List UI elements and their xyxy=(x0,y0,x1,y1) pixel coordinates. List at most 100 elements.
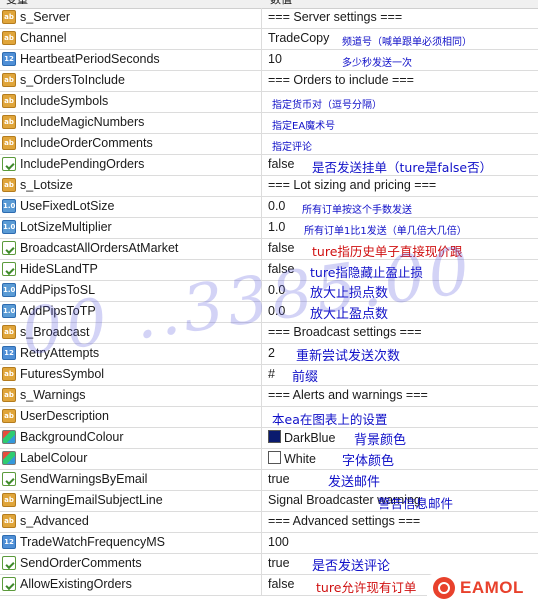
string-type-icon: ab xyxy=(2,94,16,108)
param-value-cell[interactable]: false 是否发送挂单（ture是false否） xyxy=(262,155,538,175)
param-value[interactable]: === Advanced settings === xyxy=(268,514,420,528)
param-value[interactable]: 0.0 xyxy=(268,304,285,318)
table-row[interactable]: ab IncludeOrderComments 指定评论 xyxy=(0,134,538,155)
table-row[interactable]: 12 TradeWatchFrequencyMS 100 xyxy=(0,533,538,554)
double-type-icon: 1.0 xyxy=(2,199,16,213)
param-value-cell[interactable]: TradeCopy 频道号（喊单跟单必须相同） xyxy=(262,29,538,49)
param-value-cell[interactable]: 10 多少秒发送一次 xyxy=(262,50,538,70)
param-value-cell[interactable]: Signal Broadcaster warning 警告信息邮件 xyxy=(262,491,538,511)
param-value-cell[interactable]: 0.0 放大止损点数 xyxy=(262,281,538,301)
param-name: s_Advanced xyxy=(20,514,89,528)
param-value-cell[interactable]: 本ea在图表上的设置 xyxy=(262,407,538,427)
param-value-cell[interactable]: true 是否发送评论 xyxy=(262,554,538,574)
table-row[interactable]: 1.0 AddPipsToTP 0.0 放大止盈点数 xyxy=(0,302,538,323)
annotation-note: 是否发送挂单（ture是false否） xyxy=(312,160,493,175)
param-value[interactable]: true xyxy=(268,556,290,570)
param-value-text: 0.0 xyxy=(268,304,286,318)
param-value-cell[interactable]: 0.0 所有订单按这个手数发送 xyxy=(262,197,538,217)
table-row[interactable]: ab FuturesSymbol # 前缀 xyxy=(0,365,538,386)
string-type-icon: ab xyxy=(2,178,16,192)
param-value[interactable]: 0.0 xyxy=(268,283,285,297)
param-value-cell[interactable]: # 前缀 xyxy=(262,365,538,385)
param-value[interactable]: 2 xyxy=(268,346,275,360)
param-value-cell[interactable]: 100 xyxy=(262,533,538,553)
param-name: Channel xyxy=(20,31,67,45)
table-row[interactable]: ab WarningEmailSubjectLine Signal Broadcas… xyxy=(0,491,538,512)
table-row[interactable]: 1.0 AddPipsToSL 0.0 放大止损点数 xyxy=(0,281,538,302)
table-row[interactable]: LabelColour White 字体颜色 xyxy=(0,449,538,470)
param-value[interactable]: === Lot sizing and pricing === xyxy=(268,178,436,192)
param-value-cell[interactable]: 指定评论 xyxy=(262,134,538,154)
param-name: LotSizeMultiplier xyxy=(20,220,112,234)
param-value[interactable]: false xyxy=(268,241,294,255)
param-value[interactable]: true xyxy=(268,472,290,486)
param-value-cell[interactable]: true 发送邮件 xyxy=(262,470,538,490)
param-value-text: 100 xyxy=(268,535,289,549)
table-row[interactable]: ab s_Broadcast === Broadcast settings === xyxy=(0,323,538,344)
table-row[interactable]: HideSLandTP false ture指隐藏止盈止损 xyxy=(0,260,538,281)
param-name-cell: SendWarningsByEmail xyxy=(0,470,262,490)
param-value-text: 0.0 xyxy=(268,283,286,297)
table-row[interactable]: ab Channel TradeCopy 频道号（喊单跟单必须相同） xyxy=(0,29,538,50)
param-value[interactable]: 100 xyxy=(268,535,289,549)
table-row[interactable]: 1.0 UseFixedLotSize 0.0 所有订单按这个手数发送 xyxy=(0,197,538,218)
table-row[interactable]: ab s_Warnings === Alerts and warnings === xyxy=(0,386,538,407)
param-value-cell[interactable]: 1.0 所有订单1比1发送（单几倍大几倍） xyxy=(262,218,538,238)
param-value-cell[interactable]: === Broadcast settings === xyxy=(262,323,538,343)
table-row[interactable]: 12 HeartbeatPeriodSeconds 10 多少秒发送一次 xyxy=(0,50,538,71)
table-row[interactable]: SendOrderComments true 是否发送评论 xyxy=(0,554,538,575)
table-row[interactable]: ab UserDescription 本ea在图表上的设置 xyxy=(0,407,538,428)
table-row[interactable]: ab s_Server === Server settings === xyxy=(0,8,538,29)
param-name-cell: BroadcastAllOrdersAtMarket xyxy=(0,239,262,259)
param-value-cell[interactable]: === Server settings === xyxy=(262,8,538,28)
param-value-cell[interactable]: 指定货币对（逗号分隔） xyxy=(262,92,538,112)
param-value[interactable]: 1.0 xyxy=(268,220,285,234)
param-value-cell[interactable]: DarkBlue 背景颜色 xyxy=(262,428,538,448)
param-name-cell: 1.0 AddPipsToSL xyxy=(0,281,262,301)
table-row[interactable]: BackgroundColour DarkBlue 背景颜色 xyxy=(0,428,538,449)
param-value-text: === Advanced settings === xyxy=(268,514,421,528)
param-value-cell[interactable]: 2 重新尝试发送次数 xyxy=(262,344,538,364)
param-value[interactable]: === Server settings === xyxy=(268,10,402,24)
param-value[interactable]: 0.0 xyxy=(268,199,285,213)
param-value[interactable]: 10 xyxy=(268,52,282,66)
table-row[interactable]: BroadcastAllOrdersAtMarket false ture指历史单子… xyxy=(0,239,538,260)
table-row[interactable]: ab s_Lotsize === Lot sizing and pricing ==… xyxy=(0,176,538,197)
param-value-cell[interactable]: 0.0 放大止盈点数 xyxy=(262,302,538,322)
param-value-cell[interactable]: === Alerts and warnings === xyxy=(262,386,538,406)
table-row[interactable]: IncludePendingOrders false 是否发送挂单（ture是fal… xyxy=(0,155,538,176)
table-row[interactable]: SendWarningsByEmail true 发送邮件 xyxy=(0,470,538,491)
string-type-icon: ab xyxy=(2,514,16,528)
table-row[interactable]: 12 RetryAttempts 2 重新尝试发送次数 xyxy=(0,344,538,365)
param-value-cell[interactable]: false ture指隐藏止盈止损 xyxy=(262,260,538,280)
param-value[interactable]: false xyxy=(268,577,294,591)
string-type-icon: ab xyxy=(2,367,16,381)
param-value-text: === Alerts and warnings === xyxy=(268,388,428,402)
param-value[interactable]: === Orders to include === xyxy=(268,73,414,87)
param-value[interactable]: White xyxy=(268,451,316,466)
param-name: s_Server xyxy=(20,10,71,24)
param-value-cell[interactable]: === Orders to include === xyxy=(262,71,538,91)
param-value[interactable]: false xyxy=(268,157,294,171)
param-value[interactable]: === Alerts and warnings === xyxy=(268,388,428,402)
table-row[interactable]: ab IncludeSymbols 指定货币对（逗号分隔） xyxy=(0,92,538,113)
string-type-icon: ab xyxy=(2,493,16,507)
param-value-cell[interactable]: === Lot sizing and pricing === xyxy=(262,176,538,196)
table-row[interactable]: 1.0 LotSizeMultiplier 1.0 所有订单1比1发送（单几倍大几倍） xyxy=(0,218,538,239)
param-value[interactable]: # xyxy=(268,367,275,381)
param-value[interactable]: false xyxy=(268,262,294,276)
param-value-cell[interactable]: 指定EA魔术号 xyxy=(262,113,538,133)
param-value[interactable]: DarkBlue xyxy=(268,430,335,445)
param-value-text: 0.0 xyxy=(268,199,286,213)
table-row[interactable]: ab s_OrdersToInclude === Orders to include… xyxy=(0,71,538,92)
header-value: 数值 xyxy=(270,0,292,6)
table-row[interactable]: ab IncludeMagicNumbers 指定EA魔术号 xyxy=(0,113,538,134)
param-value-text: 2 xyxy=(268,346,275,360)
param-value-cell[interactable]: false ture指历史单子直接现价跟 xyxy=(262,239,538,259)
table-row[interactable]: ab s_Advanced === Advanced settings === xyxy=(0,512,538,533)
param-value[interactable]: === Broadcast settings === xyxy=(268,325,422,339)
param-value-cell[interactable]: === Advanced settings === xyxy=(262,512,538,532)
param-value[interactable]: TradeCopy xyxy=(268,31,329,45)
param-value-cell[interactable]: White 字体颜色 xyxy=(262,449,538,469)
annotation-note: 警告信息邮件 xyxy=(378,496,454,511)
